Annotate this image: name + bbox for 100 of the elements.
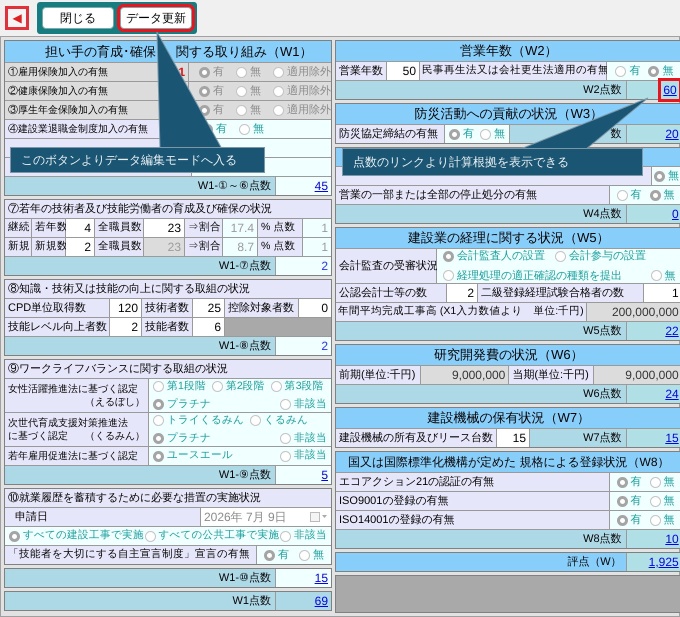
radio-button[interactable] xyxy=(250,415,261,426)
radio-option[interactable]: 非該当 xyxy=(280,430,327,446)
radio-button[interactable] xyxy=(616,190,628,200)
number-field[interactable]: 50 xyxy=(387,62,419,80)
number-field[interactable]: 1 xyxy=(644,284,680,302)
radio-option[interactable]: 有 xyxy=(616,492,642,510)
score-link[interactable]: 22 xyxy=(665,322,679,340)
radio-button[interactable] xyxy=(280,450,291,462)
radio-option[interactable]: 無 xyxy=(654,168,680,184)
back-button[interactable]: ◀ xyxy=(5,6,29,30)
radio-option[interactable]: 第2段階 xyxy=(212,378,265,394)
radio-button[interactable] xyxy=(264,550,275,560)
radio-button[interactable] xyxy=(654,170,666,182)
radio-option[interactable]: 非該当 xyxy=(280,448,327,464)
radio-option[interactable]: すべての公共工事で実施 xyxy=(144,528,280,544)
radio-button[interactable] xyxy=(9,530,20,542)
toolbar-button[interactable]: データ更新 xyxy=(120,7,192,29)
radio-button[interactable] xyxy=(270,381,282,392)
score-link[interactable]: 15 xyxy=(665,429,679,447)
computed-value: 1 xyxy=(303,238,331,256)
number-field[interactable]: 23 xyxy=(144,219,184,237)
radio-button[interactable] xyxy=(449,128,460,140)
radio-option[interactable]: 無 xyxy=(650,512,675,528)
radio-option[interactable]: 有 xyxy=(616,186,642,204)
radio-button[interactable] xyxy=(650,476,661,488)
radio-option[interactable]: 無 xyxy=(239,120,264,138)
radio-button[interactable] xyxy=(153,415,164,426)
radio-option[interactable]: 無 xyxy=(650,492,675,510)
radio-button[interactable] xyxy=(650,270,662,282)
radio-button[interactable] xyxy=(443,250,454,262)
radio-option[interactable]: 非該当 xyxy=(280,528,327,544)
field-label: 控除対象者数 xyxy=(225,299,298,317)
radio-option[interactable]: トライくるみん xyxy=(153,412,244,428)
radio-button[interactable] xyxy=(280,432,291,444)
radio-button[interactable] xyxy=(280,398,291,410)
score-link[interactable]: 15 xyxy=(314,569,328,587)
score-link[interactable]: 1,925 xyxy=(648,553,679,571)
radio-option[interactable]: 無 xyxy=(480,126,505,142)
radio-option[interactable]: 会計参与の設置 xyxy=(555,248,646,264)
radio-button[interactable] xyxy=(650,496,661,506)
radio-button[interactable] xyxy=(299,550,310,560)
number-field[interactable]: 2 xyxy=(110,318,141,336)
radio-button[interactable] xyxy=(555,250,566,262)
radio-button[interactable] xyxy=(615,66,626,76)
radio-button[interactable] xyxy=(212,381,223,392)
radio-button[interactable] xyxy=(443,270,454,282)
radio-button[interactable] xyxy=(616,514,628,526)
number-field[interactable]: 0 xyxy=(299,299,331,317)
date-field[interactable]: 2026年 7月 9日 xyxy=(201,508,331,526)
radio-option[interactable]: 第3段階 xyxy=(270,378,324,394)
score-link[interactable]: 10 xyxy=(665,530,679,548)
radio-option[interactable]: 無 xyxy=(299,546,324,564)
radio-button[interactable] xyxy=(480,128,491,140)
radio-option[interactable]: すべての建設工事で実施 xyxy=(9,528,144,544)
radio-option[interactable]: 有 xyxy=(264,546,289,564)
number-field[interactable]: 6 xyxy=(193,318,224,336)
radio-button[interactable] xyxy=(616,496,628,506)
radio-option[interactable]: ユースエール xyxy=(153,448,233,464)
radio-button[interactable] xyxy=(153,450,164,462)
radio-option[interactable]: 経理処理の適正確認の種類を提出 xyxy=(443,268,622,284)
radio-option[interactable]: くるみん xyxy=(250,412,308,428)
radio-button[interactable] xyxy=(650,514,661,526)
score-link[interactable]: 5 xyxy=(321,466,328,484)
radio-option[interactable]: 有 xyxy=(615,62,640,80)
radio-option[interactable]: 有 xyxy=(616,474,642,490)
computed-value: 9,000,000 xyxy=(594,366,680,384)
score-link[interactable]: 24 xyxy=(665,385,679,403)
radio-button[interactable] xyxy=(280,530,291,542)
score-link[interactable]: 0 xyxy=(672,205,679,223)
radio-option[interactable]: 無 xyxy=(650,474,675,490)
radio-option[interactable]: 無 xyxy=(650,186,675,204)
radio-option[interactable]: 第1段階 xyxy=(153,378,206,394)
radio-option[interactable]: 無 xyxy=(650,268,676,284)
number-field[interactable]: 15 xyxy=(497,429,529,447)
score-link[interactable]: 20 xyxy=(665,125,679,143)
number-field[interactable]: 120 xyxy=(110,299,141,317)
radio-button[interactable] xyxy=(650,190,661,200)
radio-option[interactable]: プラチナ xyxy=(153,430,211,446)
number-field[interactable]: 2 xyxy=(66,238,94,256)
radio-button[interactable] xyxy=(144,530,156,542)
score-link[interactable]: 45 xyxy=(314,177,328,195)
radio-option[interactable]: 有 xyxy=(616,512,642,528)
radio-button[interactable] xyxy=(239,124,250,134)
toolbar-button[interactable]: 閉じる xyxy=(42,7,114,29)
radio-option[interactable]: 会計監査人の設置 xyxy=(443,248,545,264)
radio-button[interactable] xyxy=(153,398,164,410)
number-field[interactable]: 25 xyxy=(193,299,224,317)
number-field[interactable]: 4 xyxy=(66,219,94,237)
number-field[interactable]: 2 xyxy=(447,284,477,302)
radio-button[interactable] xyxy=(616,476,628,488)
radio-option[interactable]: 有 xyxy=(449,126,474,142)
radio-button[interactable] xyxy=(648,66,660,76)
score-link[interactable]: 69 xyxy=(314,592,328,610)
radio-button[interactable] xyxy=(153,381,164,392)
radio-option[interactable]: 無 xyxy=(648,62,674,80)
radio-button[interactable] xyxy=(153,432,164,444)
score-link[interactable]: 60 xyxy=(661,81,679,99)
radio-option[interactable]: 非該当 xyxy=(280,396,327,412)
radio-option[interactable]: プラチナ xyxy=(153,396,211,412)
calendar-dropdown-icon[interactable] xyxy=(310,512,328,522)
